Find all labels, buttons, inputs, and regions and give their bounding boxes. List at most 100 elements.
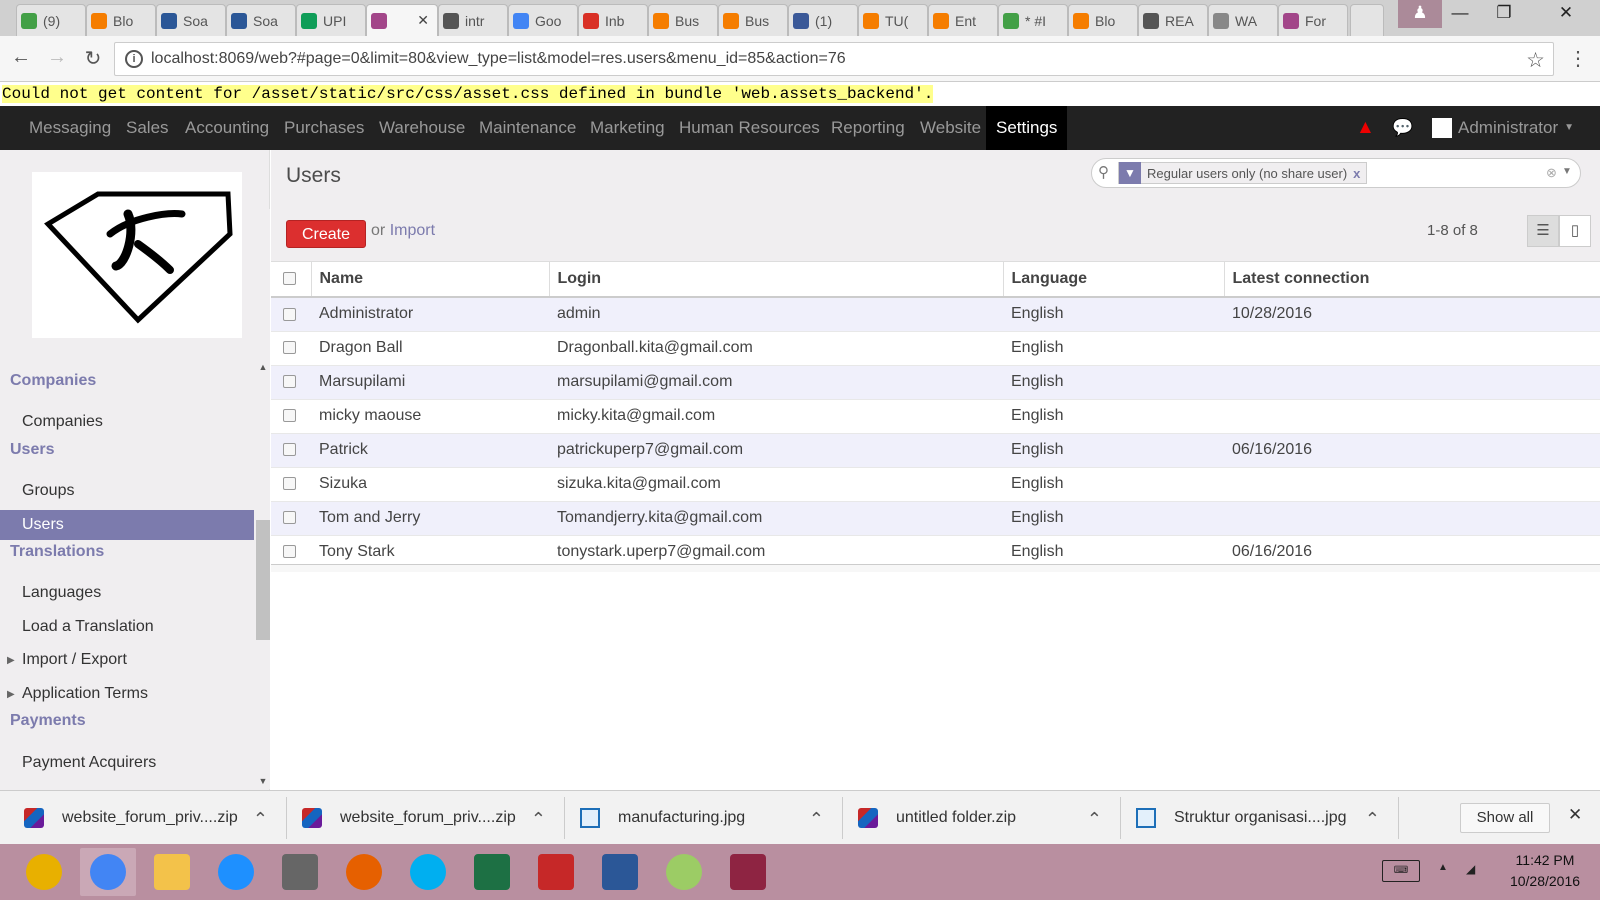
table-row[interactable]: Dragon Ball Dragonball.kita@gmail.com Engl… [271, 331, 1600, 366]
chevron-up-icon[interactable]: ⌃ [253, 809, 268, 830]
keyboard-icon[interactable]: ⌨ [1382, 860, 1420, 882]
table-row[interactable]: micky maouse micky.kita@gmail.com English [271, 399, 1600, 434]
sidebar-item-companies[interactable]: Companies [22, 413, 103, 431]
system-clock[interactable]: 11:42 PM 10/28/2016 [1500, 850, 1590, 892]
cell-login[interactable]: Tomandjerry.kita@gmail.com [549, 501, 1003, 536]
sidebar-scroll-thumb[interactable] [256, 520, 270, 640]
taskbar-printer-button[interactable] [272, 848, 328, 896]
table-row[interactable]: Marsupilami marsupilami@gmail.com English [271, 365, 1600, 400]
cell-login[interactable]: Dragonball.kita@gmail.com [549, 331, 1003, 366]
cell-latest-connection[interactable]: 06/16/2016 [1224, 433, 1600, 468]
browser-tab[interactable]: (9) [16, 4, 86, 36]
tray-expand-icon[interactable]: ▲ [1438, 862, 1448, 873]
expand-caret-icon[interactable]: ▶ [7, 655, 15, 666]
menu-item-maintenance[interactable]: Maintenance [469, 106, 586, 150]
cell-name[interactable]: Administrator [311, 297, 549, 332]
sidebar-item-load-a-translation[interactable]: Load a Translation [22, 618, 154, 636]
cell-login[interactable]: micky.kita@gmail.com [549, 399, 1003, 434]
browser-tab[interactable]: Blo [86, 4, 156, 36]
row-checkbox[interactable] [283, 375, 296, 389]
search-input[interactable]: ⚲ ▼ Regular users only (no share user) x… [1091, 158, 1581, 188]
browser-tab[interactable]: Blo [1068, 4, 1138, 36]
search-icon[interactable]: ⚲ [1098, 163, 1109, 181]
form-view-icon[interactable]: ▯ [1559, 215, 1591, 247]
chevron-up-icon[interactable]: ⌃ [809, 809, 824, 830]
taskbar-paint-button[interactable] [656, 848, 712, 896]
row-checkbox[interactable] [283, 545, 296, 559]
create-button[interactable]: Create [286, 220, 366, 248]
scroll-up-icon[interactable]: ▲ [256, 362, 270, 372]
menu-item-warehouse[interactable]: Warehouse [369, 106, 475, 150]
import-link[interactable]: Import [390, 222, 435, 239]
browser-tab[interactable]: Goo [508, 4, 578, 36]
chat-icon[interactable]: 💬 [1392, 106, 1413, 150]
cell-name[interactable]: micky maouse [311, 399, 549, 434]
menu-item-settings[interactable]: Settings [986, 106, 1068, 150]
pager-value[interactable]: 1-8 of 8 [1427, 222, 1478, 239]
cell-login[interactable]: sizuka.kita@gmail.com [549, 467, 1003, 502]
reload-icon[interactable]: ↻ [80, 46, 106, 71]
taskbar-skype-button[interactable] [400, 848, 456, 896]
menu-item-human-resources[interactable]: Human Resources [669, 106, 830, 150]
table-row[interactable]: Administrator admin English 10/28/2016 [271, 297, 1600, 332]
expand-caret-icon[interactable]: ▶ [7, 689, 15, 700]
new-tab-button[interactable] [1350, 4, 1384, 36]
cell-name[interactable]: Tom and Jerry [311, 501, 549, 536]
chevron-up-icon[interactable]: ⌃ [1365, 809, 1380, 830]
cell-language[interactable]: English [1003, 467, 1224, 502]
column-header-name[interactable]: Name [310, 262, 549, 298]
menu-item-purchases[interactable]: Purchases [274, 106, 374, 150]
row-checkbox[interactable] [283, 477, 296, 491]
row-checkbox[interactable] [283, 341, 296, 355]
sidebar-item-application-terms[interactable]: Application Terms [22, 685, 148, 703]
sidebar-scrollbar[interactable] [256, 209, 270, 789]
close-tab-icon[interactable]: ✕ [417, 12, 433, 29]
taskbar-winrar-button[interactable] [720, 848, 776, 896]
cell-name[interactable]: Dragon Ball [311, 331, 549, 366]
back-icon[interactable]: ← [8, 46, 34, 69]
warning-icon[interactable]: ▲ [1356, 106, 1375, 150]
cell-name[interactable]: Marsupilami [311, 365, 549, 400]
row-checkbox[interactable] [283, 511, 296, 525]
cell-language[interactable]: English [1003, 399, 1224, 434]
column-header-latest-connection[interactable]: Latest connection [1223, 262, 1600, 298]
browser-tab[interactable]: TU( [858, 4, 928, 36]
browser-tab[interactable]: ✕ [366, 4, 438, 36]
menu-item-messaging[interactable]: Messaging [19, 106, 121, 150]
cell-latest-connection[interactable] [1224, 501, 1600, 536]
cell-latest-connection[interactable] [1224, 399, 1600, 434]
column-header-language[interactable]: Language [1002, 262, 1224, 298]
cell-name[interactable]: Patrick [311, 433, 549, 468]
close-window-button[interactable]: ✕ [1544, 0, 1588, 28]
profile-icon[interactable]: ♟ [1398, 0, 1442, 28]
row-checkbox[interactable] [283, 443, 296, 457]
info-icon[interactable]: i [125, 50, 143, 68]
taskbar-chrome-button[interactable] [80, 848, 136, 896]
taskbar-firefox-button[interactable] [336, 848, 392, 896]
cell-language[interactable]: English [1003, 365, 1224, 400]
chevron-up-icon[interactable]: ⌃ [531, 809, 546, 830]
cell-latest-connection[interactable]: 10/28/2016 [1224, 297, 1600, 332]
facet-remove-button[interactable]: x [1353, 166, 1366, 181]
browser-tab[interactable]: intr [438, 4, 508, 36]
download-item[interactable]: manufacturing.jpg ⌃ [580, 791, 824, 845]
sidebar-heading-companies[interactable]: Companies [10, 372, 96, 390]
table-row[interactable]: Sizuka sizuka.kita@gmail.com English [271, 467, 1600, 502]
menu-item-website[interactable]: Website [910, 106, 991, 150]
taskbar-explorer-button[interactable] [144, 848, 200, 896]
network-icon[interactable]: ◢ [1466, 862, 1475, 876]
user-menu[interactable]: Administrator ▼ [1432, 106, 1574, 150]
sidebar-heading-payments[interactable]: Payments [10, 712, 86, 730]
menu-item-accounting[interactable]: Accounting [175, 106, 279, 150]
select-all-checkbox[interactable] [283, 272, 296, 286]
sidebar-item-languages[interactable]: Languages [22, 584, 101, 602]
taskbar-acrobat-button[interactable] [528, 848, 584, 896]
sidebar-heading-translations[interactable]: Translations [10, 543, 104, 561]
sidebar-item-users[interactable]: Users [0, 510, 254, 540]
cell-latest-connection[interactable] [1224, 331, 1600, 366]
sidebar-item-payment-acquirers[interactable]: Payment Acquirers [22, 754, 156, 772]
download-item[interactable]: untitled folder.zip ⌃ [858, 791, 1102, 845]
download-item[interactable]: Struktur organisasi....jpg ⌃ [1136, 791, 1380, 845]
cell-language[interactable]: English [1003, 433, 1224, 468]
browser-tab[interactable]: UPI [296, 4, 366, 36]
